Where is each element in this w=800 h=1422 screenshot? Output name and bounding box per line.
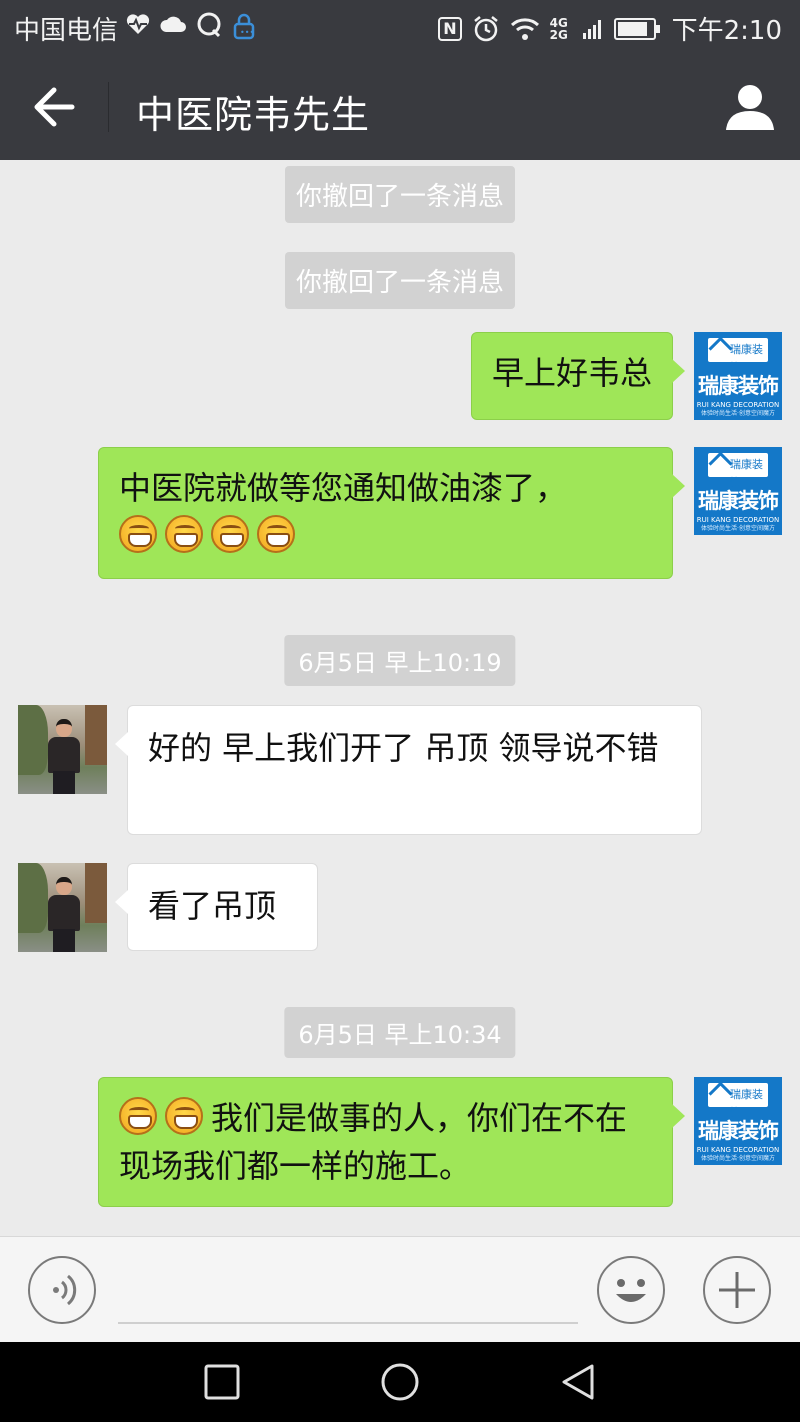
message-input[interactable] [118, 1322, 578, 1324]
qq-icon [197, 12, 221, 38]
voice-button[interactable] [28, 1256, 96, 1324]
logo-brand: 瑞康装饰 [698, 374, 779, 398]
logo-en: RUI KANG DECORATION [696, 401, 780, 409]
avatar[interactable]: 瑞康装饰 瑞康装饰 RUI KANG DECORATION 体验时尚生活·创意空… [694, 332, 782, 420]
outgoing-message[interactable]: 中医院就做等您通知做油漆了， [98, 447, 685, 579]
back-nav-button[interactable] [558, 1362, 598, 1402]
logo-slogan: 体验时尚生活·创意空间魔方 [701, 1155, 775, 1162]
avatar[interactable] [18, 705, 107, 794]
more-button[interactable] [703, 1256, 771, 1324]
recalled-notice: 你撤回了一条消息 [284, 166, 516, 223]
wifi-icon [510, 17, 539, 40]
emoji-button[interactable] [597, 1256, 665, 1324]
message-text: 好的 早上我们开了 吊顶 领导说不错 [148, 729, 659, 767]
triangle-back-icon [562, 1364, 594, 1400]
logo-en: RUI KANG DECORATION [696, 516, 780, 524]
emoji-icon [616, 1279, 646, 1302]
message-text: 早上好韦总 [491, 354, 652, 392]
avatar[interactable]: 瑞康装饰 瑞康装饰 RUI KANG DECORATION 体验时尚生活·创意空… [694, 447, 782, 535]
status-bar: 中国电信 ••• N 4G 2G 下午2:10 [0, 0, 800, 54]
nfc-icon: N [438, 16, 462, 41]
carrier-label: 中国电信 [14, 16, 119, 46]
clock: 下午2:10 [671, 16, 782, 46]
grin-emoji-icon [211, 515, 249, 553]
logo-brand: 瑞康装饰 [698, 489, 779, 513]
emoji-row [119, 512, 652, 560]
time-stamp: 6月5日 早上10:19 [284, 635, 516, 686]
input-bar [0, 1236, 800, 1343]
person-icon [726, 85, 774, 130]
avatar[interactable] [18, 863, 107, 952]
logo-slogan: 体验时尚生活·创意空间魔方 [701, 410, 775, 417]
heart-rate-icon [126, 14, 150, 34]
plus-icon [719, 1272, 755, 1308]
recalled-notice: 你撤回了一条消息 [284, 252, 516, 309]
logo-house-icon: 瑞康装饰 [708, 336, 768, 374]
network-type: 4G 2G [549, 15, 568, 42]
battery-icon [613, 17, 660, 40]
grin-emoji-icon [119, 1097, 157, 1135]
signal-icon [582, 19, 601, 39]
voice-icon [53, 1274, 77, 1306]
logo-brand: 瑞康装饰 [698, 1119, 779, 1143]
avatar[interactable]: 瑞康装饰 瑞康装饰 RUI KANG DECORATION 体验时尚生活·创意空… [694, 1077, 782, 1165]
message-text: 看了吊顶 [148, 887, 277, 925]
svg-text:•••: ••• [240, 28, 254, 37]
time-stamp: 6月5日 早上10:34 [284, 1007, 516, 1058]
back-arrow-icon [34, 87, 75, 127]
alarm-icon [473, 15, 498, 41]
notification-icons: ••• [125, 12, 257, 40]
incoming-message[interactable]: 看了吊顶 [115, 863, 318, 951]
contact-info-button[interactable] [722, 80, 778, 136]
message-text: 中医院就做等您通知做油漆了， [119, 469, 568, 507]
grin-emoji-icon [257, 515, 295, 553]
outgoing-message[interactable]: 我们是做事的人，你们在不在现场我们都一样的施工。 [98, 1077, 685, 1207]
square-icon [204, 1364, 240, 1400]
lock-icon: ••• [233, 13, 255, 40]
logo-slogan: 体验时尚生活·创意空间魔方 [701, 525, 775, 532]
home-button[interactable] [380, 1362, 420, 1402]
back-button[interactable] [20, 78, 84, 136]
logo-house-icon: 瑞康装饰 [708, 1081, 768, 1119]
grin-emoji-icon [119, 515, 157, 553]
outgoing-message[interactable]: 早上好韦总 [470, 332, 686, 420]
chat-title: 中医院韦先生 [136, 93, 371, 137]
cloud-icon [160, 16, 186, 32]
title-divider [108, 82, 109, 132]
status-right: N 4G 2G 下午2:10 [438, 10, 782, 47]
logo-en: RUI KANG DECORATION [696, 1146, 780, 1154]
logo-house-icon: 瑞康装饰 [708, 451, 768, 489]
grin-emoji-icon [165, 1097, 203, 1135]
title-bar: 中医院韦先生 [0, 54, 800, 160]
circle-icon [381, 1363, 419, 1401]
incoming-message[interactable]: 好的 早上我们开了 吊顶 领导说不错 [115, 705, 702, 835]
grin-emoji-icon [165, 515, 203, 553]
system-nav-bar [0, 1342, 800, 1422]
recents-button[interactable] [202, 1362, 242, 1402]
